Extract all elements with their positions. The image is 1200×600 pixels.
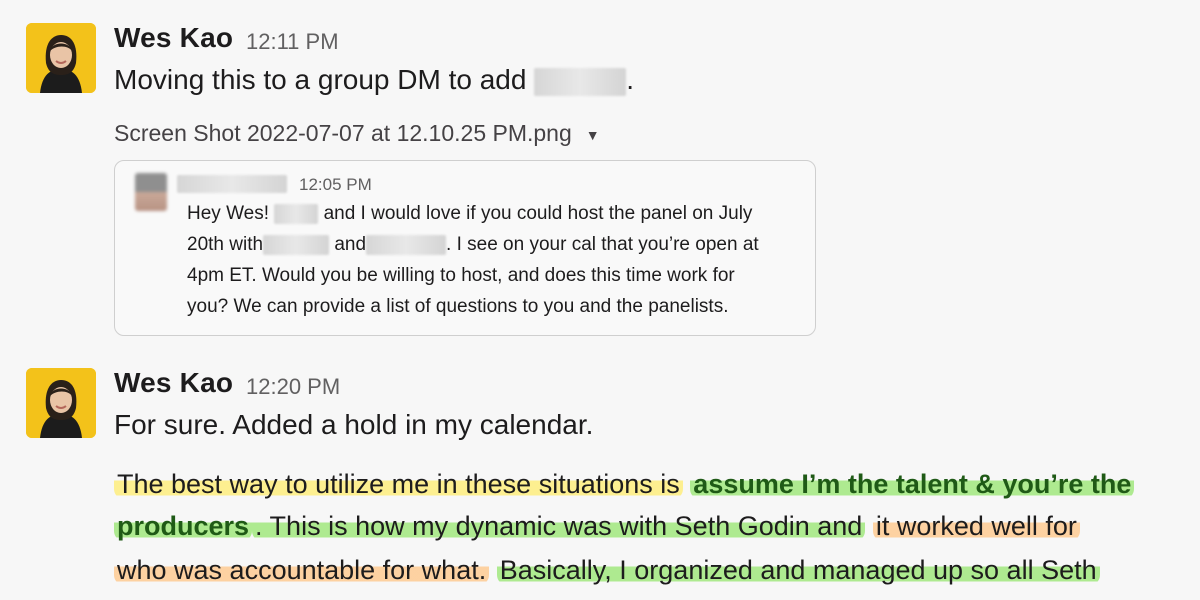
highlight-yellow: The best way to utilize me in these situ… xyxy=(114,469,683,499)
quoted-line: 4pm ET. Would you be willing to host, an… xyxy=(187,265,735,287)
highlight-green: Basically, I organized and managed up so… xyxy=(496,555,1100,585)
highlight-green-bold: assume I’m the talent & you’re the xyxy=(690,469,1135,499)
quoted-line: Hey Wes! and I would love if you could h… xyxy=(187,203,752,225)
message-text-before: Moving this to a group DM to add xyxy=(114,64,527,95)
chevron-down-icon[interactable]: ▼ xyxy=(586,127,600,143)
quoted-text: Hey Wes! xyxy=(187,203,270,224)
highlight-orange: it worked well for xyxy=(872,511,1080,541)
redacted-name xyxy=(274,203,319,224)
quoted-line: you? We can provide a list of questions … xyxy=(187,296,728,318)
redacted-name xyxy=(366,234,447,255)
redacted-author-name xyxy=(177,175,287,193)
quoted-text: . I see on your cal that you’re open at xyxy=(446,234,759,255)
avatar-photo-icon xyxy=(26,368,96,438)
message-timestamp[interactable]: 12:20 PM xyxy=(246,374,340,400)
attachment-filename[interactable]: Screen Shot 2022-07-07 at 12.10.25 PM.pn… xyxy=(114,120,600,147)
message-text-after: . xyxy=(626,64,635,95)
author-name[interactable]: Wes Kao xyxy=(114,22,233,54)
quoted-text: 20th with xyxy=(187,234,264,255)
highlight-green-bold: producers xyxy=(114,511,253,541)
attachment-preview[interactable]: 12:05 PM Hey Wes! and I would love if yo… xyxy=(114,160,816,336)
redacted-avatar xyxy=(135,173,167,211)
attachment-filename-label: Screen Shot 2022-07-07 at 12.10.25 PM.pn… xyxy=(114,120,572,146)
paragraph-line: who was accountable for what. Basically,… xyxy=(114,555,1100,586)
quoted-line: 20th with and . I see on your cal that yo… xyxy=(187,234,759,256)
paragraph-line: The best way to utilize me in these situ… xyxy=(114,469,1135,500)
message-text: Moving this to a group DM to add . xyxy=(114,64,634,96)
avatar[interactable] xyxy=(26,368,96,438)
redacted-name xyxy=(263,234,330,255)
quoted-text: and I would love if you could host the p… xyxy=(323,203,753,224)
message-timestamp[interactable]: 12:11 PM xyxy=(246,29,339,55)
message-text: For sure. Added a hold in my calendar. xyxy=(114,409,594,440)
avatar-photo-icon xyxy=(26,23,96,93)
highlight-orange: who was accountable for what. xyxy=(114,555,490,585)
avatar[interactable] xyxy=(26,23,96,93)
author-name[interactable]: Wes Kao xyxy=(114,367,233,399)
quoted-timestamp: 12:05 PM xyxy=(299,175,372,194)
quoted-text: 4pm ET. Would you be willing to host, an… xyxy=(187,265,735,286)
paragraph-line: producers. This is how my dynamic was wi… xyxy=(114,511,1080,542)
redacted-name xyxy=(534,67,627,96)
highlight-green: . This is how my dynamic was with Seth G… xyxy=(252,511,866,541)
quoted-text: you? We can provide a list of questions … xyxy=(187,296,729,317)
quoted-text: and xyxy=(334,234,367,255)
